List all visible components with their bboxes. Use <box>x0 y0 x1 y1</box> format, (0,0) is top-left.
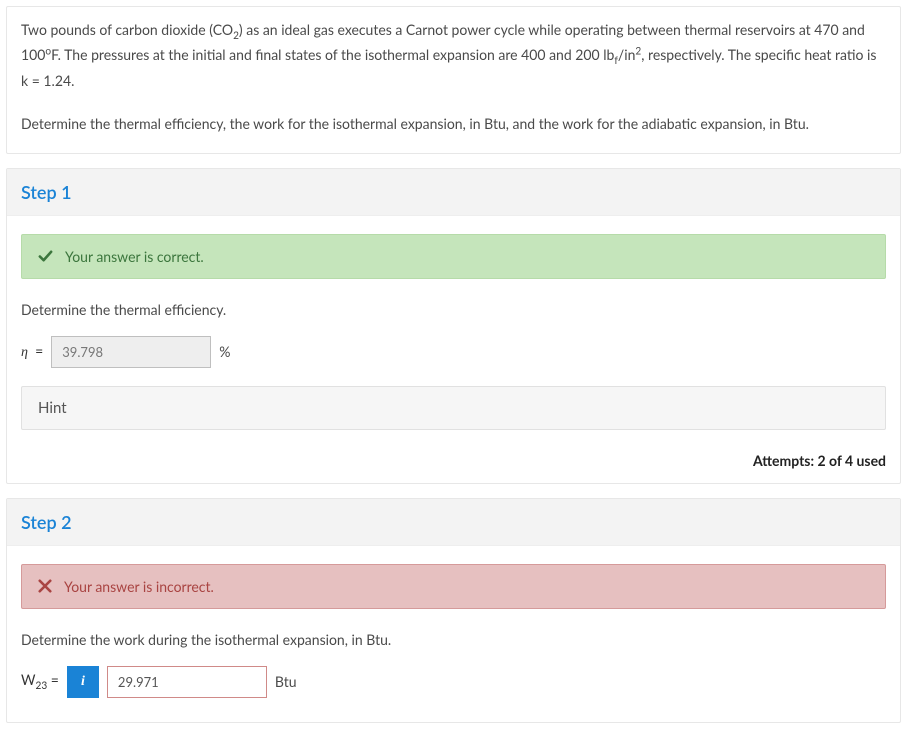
step2-var-label: W23 = <box>21 671 59 692</box>
step1-alert-text: Your answer is correct. <box>65 248 204 265</box>
step1-correct-alert: Your answer is correct. <box>21 234 886 279</box>
step1-body: Your answer is correct. Determine the th… <box>7 216 900 444</box>
step1-answer-row: η = % <box>21 336 886 368</box>
step1-hint[interactable]: Hint <box>21 386 886 430</box>
step1-panel: Step 1 Your answer is correct. Determine… <box>6 168 901 484</box>
step2-alert-text: Your answer is incorrect. <box>64 578 214 595</box>
step2-prompt: Determine the work during the isothermal… <box>21 631 886 648</box>
step1-var-label: η = <box>21 342 43 361</box>
problem-statement-body: Two pounds of carbon dioxide (CO2) as an… <box>7 7 900 153</box>
step1-attempts: Attempts: 2 of 4 used <box>7 444 900 483</box>
step2-unit: Btu <box>275 673 297 690</box>
step1-unit: % <box>219 343 230 360</box>
step2-incorrect-alert: Your answer is incorrect. <box>21 564 886 609</box>
step2-body: Your answer is incorrect. Determine the … <box>7 546 900 722</box>
problem-task: Determine the thermal efficiency, the wo… <box>21 113 886 135</box>
x-icon <box>38 579 52 593</box>
problem-statement-panel: Two pounds of carbon dioxide (CO2) as an… <box>6 6 901 154</box>
check-icon <box>38 249 53 264</box>
step1-title: Step 1 <box>21 181 72 203</box>
step1-answer-input[interactable] <box>51 336 211 368</box>
step1-hint-label: Hint <box>38 399 67 417</box>
step2-title: Step 2 <box>21 511 72 533</box>
step2-panel: Step 2 Your answer is incorrect. Determi… <box>6 498 901 723</box>
step1-prompt: Determine the thermal efficiency. <box>21 301 886 318</box>
step2-answer-input[interactable] <box>107 666 267 698</box>
problem-text: Two pounds of carbon dioxide (CO2) as an… <box>21 19 886 92</box>
step2-info-button[interactable]: i <box>67 666 99 698</box>
step2-answer-row: W23 = i Btu <box>21 666 886 698</box>
step2-header[interactable]: Step 2 <box>7 499 900 546</box>
step1-header[interactable]: Step 1 <box>7 169 900 216</box>
